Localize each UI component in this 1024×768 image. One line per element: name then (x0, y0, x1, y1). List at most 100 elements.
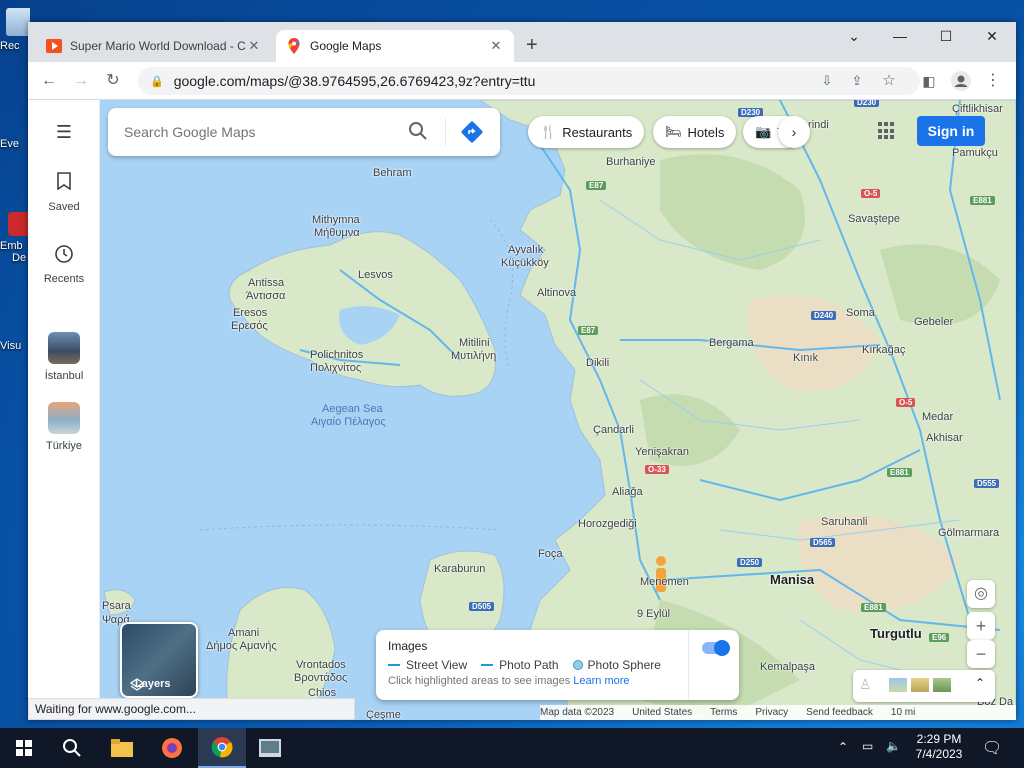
maximize-icon[interactable]: ☐ (934, 28, 958, 48)
map-place-label[interactable]: Kınık (793, 352, 818, 364)
minimize-icon[interactable]: — (888, 28, 912, 48)
chip-hotels[interactable]: 🛏 Hotels (653, 116, 737, 148)
new-tab-icon[interactable]: + (526, 34, 538, 57)
map-place-label[interactable]: Gölmarmara (938, 527, 999, 539)
chrome-icon[interactable] (198, 728, 246, 768)
map-place-label[interactable]: Çiftlikhisar (952, 103, 1003, 115)
map-place-label[interactable]: Menemen (640, 576, 689, 588)
scale-bar[interactable]: 10 mi (891, 707, 915, 718)
install-app-icon[interactable]: ⇩ (816, 70, 838, 92)
imagery-thumb[interactable] (933, 678, 951, 692)
map-place-label[interactable]: Kemalpaşa (760, 661, 815, 673)
map-place-label[interactable]: Bergama (709, 337, 754, 349)
lock-icon[interactable]: 🔒 (150, 75, 164, 88)
map-place-label[interactable]: Çandarli (593, 424, 634, 436)
chips-next-chevron-icon[interactable]: › (778, 116, 810, 148)
app-taskbar-icon[interactable] (246, 728, 294, 768)
close-tab-icon[interactable]: ✕ (488, 38, 504, 54)
desktop-shortcut-icon[interactable]: Eve (0, 138, 30, 150)
side-panel-icon[interactable]: ◧ (918, 70, 940, 92)
url-text[interactable]: google.com/maps/@38.9764595,26.6769423,9… (174, 73, 536, 89)
map-place-label[interactable]: Psara (102, 600, 131, 612)
map-place-label[interactable]: Burhaniye (606, 156, 656, 168)
close-window-icon[interactable]: ✕ (980, 28, 1004, 48)
my-location-icon[interactable]: ◎ (967, 580, 995, 608)
map-place-label[interactable]: Ayvalık (508, 244, 543, 256)
rail-item-istanbul[interactable]: İstanbul (28, 332, 100, 382)
map-place-label[interactable]: Dikili (586, 357, 609, 369)
back-icon[interactable]: ← (38, 70, 60, 92)
imagery-filmstrip[interactable]: ♙ ⌃ (853, 670, 995, 702)
expand-up-icon[interactable]: ⌃ (975, 676, 985, 690)
map-place-label[interactable]: Μήθυμνα (314, 227, 360, 239)
close-tab-icon[interactable]: ✕ (246, 38, 262, 54)
start-button[interactable] (0, 728, 48, 768)
imagery-thumb[interactable] (911, 678, 929, 692)
desktop-shortcut-icon[interactable]: Emb De (0, 212, 30, 264)
learn-more-link[interactable]: Learn more (573, 675, 629, 687)
clock[interactable]: 2:29 PM 7/4/2023 (912, 732, 966, 768)
map-place-label[interactable]: Antissa (248, 277, 284, 289)
map-place-label[interactable]: Mithymna (312, 214, 360, 226)
country-link[interactable]: United States (632, 707, 692, 718)
tab-google-maps[interactable]: Google Maps ✕ (276, 30, 514, 62)
privacy-link[interactable]: Privacy (755, 707, 788, 718)
rail-item-turkiye[interactable]: Türkiye (28, 402, 100, 452)
map-place-label[interactable]: Küçükköy (501, 257, 549, 269)
volume-muted-icon[interactable]: 🔈 (886, 739, 901, 768)
map-place-label[interactable]: Aliağa (612, 486, 643, 498)
sign-in-button[interactable]: Sign in (917, 116, 985, 146)
terms-link[interactable]: Terms (710, 707, 737, 718)
map-place-label[interactable]: Horozgediği (578, 518, 637, 530)
layers-button[interactable]: Layers (120, 622, 198, 698)
map-place-label[interactable]: Turgutlu (870, 626, 922, 641)
map-place-label[interactable]: Pamukçu (952, 147, 998, 159)
map-place-label[interactable]: Polichnitos (310, 349, 363, 361)
map-place-label[interactable]: Foça (538, 548, 562, 560)
send-feedback-link[interactable]: Send feedback (806, 707, 873, 718)
map-place-label[interactable]: Δήμος Αμανής (206, 640, 277, 652)
map-place-label[interactable]: Kırkağaç (862, 344, 905, 356)
map-place-label[interactable]: Behram (373, 167, 412, 179)
map-place-label[interactable]: Amani (228, 627, 259, 639)
map-place-label[interactable]: Çeşme (366, 709, 401, 720)
map-place-label[interactable]: Savaştepe (848, 213, 900, 225)
rail-item-recents[interactable]: Recents (28, 244, 100, 285)
recycle-bin-icon[interactable]: Rec (0, 8, 30, 52)
map-place-label[interactable]: Eresos (233, 307, 267, 319)
zoom-out-button[interactable]: − (967, 640, 995, 668)
file-explorer-icon[interactable] (98, 728, 146, 768)
images-toggle[interactable] (702, 640, 730, 656)
notifications-icon[interactable]: 🗨 (982, 738, 1002, 768)
map-place-label[interactable]: Πολιχνίτος (310, 362, 361, 374)
reload-icon[interactable]: ↻ (102, 70, 124, 92)
map-place-label[interactable]: Gebeler (914, 316, 953, 328)
show-hidden-icons-chevron-icon[interactable]: ⌃ (838, 740, 848, 768)
rail-item-saved[interactable]: Saved (28, 172, 100, 213)
pegman-icon[interactable]: ♙ (859, 676, 872, 693)
map-place-label[interactable]: 9 Eylül (637, 608, 670, 620)
map-place-label[interactable]: Vrontados (296, 659, 346, 671)
google-apps-icon[interactable] (878, 122, 896, 140)
map-place-label[interactable]: Άντισσα (246, 290, 285, 302)
search-input[interactable] (124, 120, 394, 144)
share-icon[interactable]: ⇪ (846, 70, 868, 92)
map-place-label[interactable]: Manisa (770, 572, 814, 587)
desktop-shortcut-icon[interactable]: Visu (0, 340, 30, 352)
forward-icon[interactable]: → (70, 70, 92, 92)
map-place-label[interactable]: Altinova (537, 287, 576, 299)
map-place-label[interactable]: Lesvos (358, 269, 393, 281)
tab-search-chevron-icon[interactable]: ⌄ (842, 28, 866, 48)
profile-icon[interactable] (950, 70, 972, 92)
map-place-label[interactable]: Μυτιλήνη (451, 350, 496, 362)
map-place-label[interactable]: Soma (846, 307, 875, 319)
network-icon[interactable]: ▭ (862, 739, 873, 768)
map-place-label[interactable]: Aegean Sea (322, 403, 383, 415)
map-place-label[interactable]: Akhisar (926, 432, 963, 444)
bookmark-star-icon[interactable]: ☆ (878, 70, 900, 92)
map-place-label[interactable]: Ερεσός (231, 320, 268, 332)
map-place-label[interactable]: Karaburun (434, 563, 485, 575)
imagery-thumb[interactable] (889, 678, 907, 692)
map-place-label[interactable]: Αιγαίο Πέλαγος (311, 416, 386, 428)
search-taskbar-icon[interactable] (48, 728, 96, 768)
